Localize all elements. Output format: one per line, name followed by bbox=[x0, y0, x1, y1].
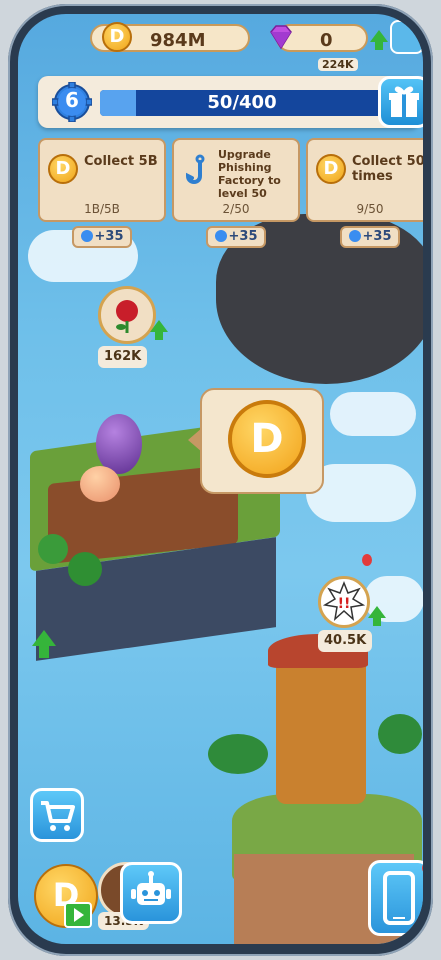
partial-resource-label: 224K bbox=[318, 58, 358, 71]
quest-progress: 9/50 bbox=[356, 202, 384, 216]
smartphone-icon bbox=[383, 871, 415, 925]
bush bbox=[68, 552, 102, 586]
arrow-up-icon-stem bbox=[155, 332, 163, 340]
arrow-up-icon bbox=[370, 30, 388, 42]
quest-card-upgrade[interactable]: Upgrade Phishing Factory to level 50 2/5… bbox=[172, 138, 300, 222]
rose-resource-bubble[interactable] bbox=[98, 286, 156, 344]
tiki-statue[interactable] bbox=[276, 654, 366, 804]
arrow-up-icon-stem bbox=[373, 618, 381, 626]
level-panel: 6 50/400 bbox=[38, 76, 423, 128]
coin-icon: D bbox=[48, 154, 78, 184]
alert-resource-bubble[interactable]: !! bbox=[318, 576, 370, 628]
gem-amount: 0 bbox=[320, 30, 333, 51]
level-number: 6 bbox=[65, 88, 79, 112]
gift-button[interactable] bbox=[378, 76, 423, 128]
arrow-up-icon bbox=[368, 606, 386, 618]
quest-title: Collect 5B bbox=[84, 154, 158, 169]
palm-tree bbox=[378, 714, 422, 754]
quest-progress: 1B/5B bbox=[84, 202, 120, 216]
reward-text: +35 bbox=[94, 229, 124, 244]
arrow-up-icon bbox=[32, 630, 56, 646]
cloud bbox=[330, 392, 416, 436]
peach bbox=[80, 466, 120, 502]
video-ad-button[interactable] bbox=[64, 902, 92, 928]
coin-icon: D bbox=[228, 400, 306, 478]
eggplant bbox=[96, 414, 142, 474]
popup-pointer bbox=[188, 428, 202, 452]
robot-icon bbox=[131, 871, 171, 905]
coin-collect-popup[interactable]: D bbox=[200, 388, 324, 494]
rose-amount: 162K bbox=[98, 346, 148, 368]
reward-text: +35 bbox=[362, 229, 392, 244]
play-icon bbox=[74, 908, 84, 922]
alert-amount: 40.5K bbox=[318, 630, 373, 652]
rose-icon bbox=[116, 300, 138, 333]
alert-burst-icon: !! bbox=[322, 580, 366, 621]
xp-gear-icon bbox=[348, 230, 361, 242]
coin-icon: D bbox=[316, 154, 346, 184]
palm-tree bbox=[208, 734, 268, 774]
svg-text:!!: !! bbox=[338, 596, 351, 612]
quest-title: Upgrade Phishing Factory to level 50 bbox=[218, 148, 281, 200]
game-screen: 984M D 0 224K 6 50/400 D Collect 5B 1B/5… bbox=[18, 14, 423, 944]
xp-gear-icon bbox=[214, 230, 227, 242]
xp-text: 50/400 bbox=[207, 92, 277, 113]
reward-text: +35 bbox=[228, 229, 258, 244]
arrow-up-icon-stem bbox=[375, 42, 383, 50]
arrow-up-icon-stem bbox=[39, 646, 49, 658]
phone-menu-button[interactable] bbox=[368, 860, 423, 936]
quest-progress: 2/50 bbox=[222, 202, 250, 216]
gem-icon bbox=[270, 25, 292, 50]
quest-card-collect-times[interactable]: D Collect 50 times 9/50 bbox=[306, 138, 423, 222]
quest-reward: +35 bbox=[340, 226, 400, 248]
xp-gear-icon bbox=[80, 230, 93, 242]
shopping-cart-icon bbox=[41, 801, 75, 831]
settings-button[interactable] bbox=[390, 20, 423, 54]
fishing-hook-icon bbox=[185, 154, 205, 184]
quest-card-collect[interactable]: D Collect 5B 1B/5B bbox=[38, 138, 166, 222]
robot-assistant-button[interactable] bbox=[120, 862, 182, 924]
xp-progress-bar: 50/400 bbox=[100, 90, 384, 116]
arrow-up-icon bbox=[150, 320, 168, 332]
quest-reward: +35 bbox=[206, 226, 266, 248]
top-bar: 984M D 0 224K bbox=[18, 14, 423, 71]
quest-reward: +35 bbox=[72, 226, 132, 248]
coin-icon: D bbox=[102, 22, 132, 52]
balloon-icon bbox=[362, 554, 372, 566]
coin-amount: 984M bbox=[150, 30, 206, 51]
gift-icon bbox=[389, 86, 419, 117]
shop-button[interactable] bbox=[30, 788, 84, 842]
bush bbox=[38, 534, 68, 564]
quest-title: Collect 50 times bbox=[352, 154, 423, 184]
